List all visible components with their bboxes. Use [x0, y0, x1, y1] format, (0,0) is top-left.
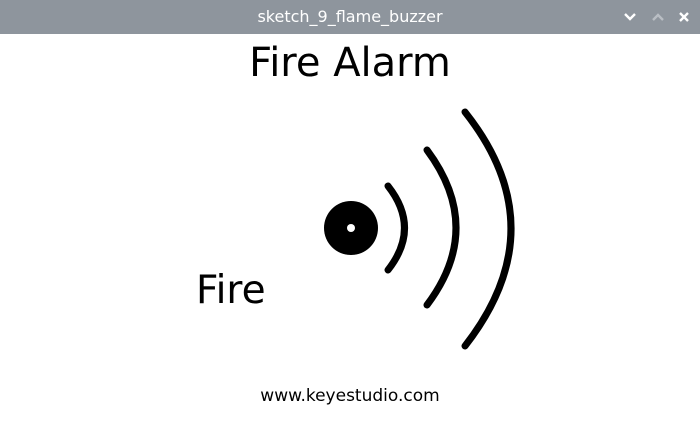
chevron-down-icon	[624, 13, 636, 21]
buzzer-center	[347, 224, 355, 232]
page-title: Fire Alarm	[249, 40, 451, 86]
app-window: sketch_9_flame_buzzer Fire Alarm Fire ww…	[0, 0, 700, 426]
fire-status-label: Fire	[196, 268, 266, 313]
minimize-button[interactable]	[620, 7, 640, 27]
close-button[interactable]	[674, 7, 694, 27]
buzzer-sound-waves-icon	[324, 108, 515, 350]
sound-wave-small	[384, 182, 408, 274]
close-icon	[679, 12, 689, 22]
sound-wave-large	[461, 108, 515, 350]
sound-wave-medium	[423, 146, 460, 309]
chevron-up-icon	[652, 13, 664, 21]
maximize-button[interactable]	[648, 7, 668, 27]
footer-url: www.keyestudio.com	[260, 386, 440, 406]
title-bar[interactable]: sketch_9_flame_buzzer	[0, 0, 700, 34]
sketch-canvas: Fire Alarm Fire www.keyestudio.com	[0, 34, 700, 426]
window-title: sketch_9_flame_buzzer	[257, 7, 443, 26]
